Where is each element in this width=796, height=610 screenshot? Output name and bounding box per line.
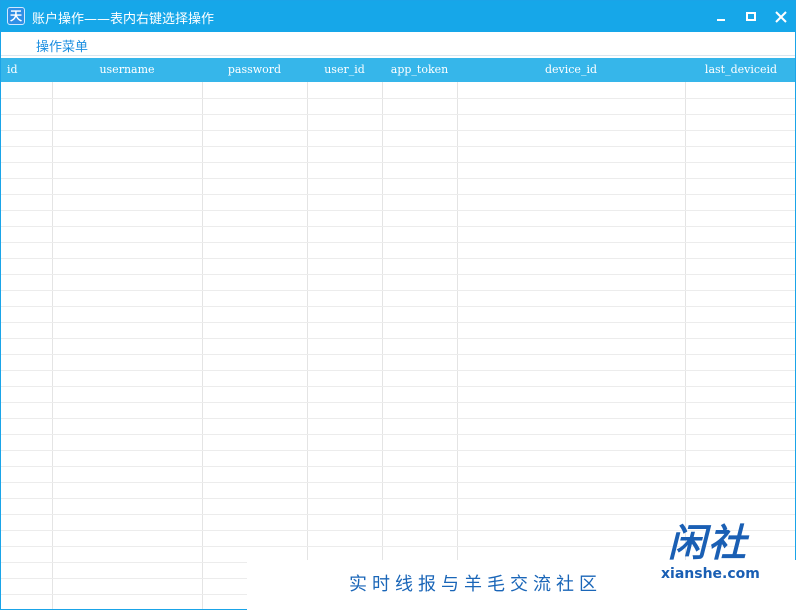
row-divider	[1, 178, 795, 179]
row-divider	[1, 418, 795, 419]
row-divider	[1, 162, 795, 163]
table-header: id username password user_id app_token d…	[1, 58, 795, 82]
row-divider	[1, 210, 795, 211]
column-header-password[interactable]: password	[202, 58, 307, 82]
row-divider	[1, 370, 795, 371]
row-divider	[1, 386, 795, 387]
title-bar[interactable]: 天 账户操作——表内右键选择操作	[1, 1, 795, 32]
close-icon	[775, 11, 787, 23]
row-divider	[1, 450, 795, 451]
menu-item-operations[interactable]: 操作菜单	[36, 36, 88, 55]
maximize-icon	[746, 12, 756, 21]
row-divider	[1, 194, 795, 195]
row-divider	[1, 258, 795, 259]
app-icon: 天	[7, 7, 25, 25]
row-divider	[1, 338, 795, 339]
row-divider	[1, 322, 795, 323]
row-divider	[1, 98, 795, 99]
column-header-user-id[interactable]: user_id	[307, 58, 382, 82]
row-divider	[1, 434, 795, 435]
row-divider	[1, 306, 795, 307]
maximize-button[interactable]	[741, 7, 761, 27]
minimize-icon	[717, 19, 725, 21]
column-header-username[interactable]: username	[52, 58, 202, 82]
column-header-device-id[interactable]: device_id	[457, 58, 685, 82]
close-button[interactable]	[771, 7, 791, 27]
row-divider	[1, 466, 795, 467]
row-divider	[1, 290, 795, 291]
watermark-url: xianshe.com	[661, 566, 760, 582]
menu-bar: 操作菜单	[1, 32, 795, 56]
column-header-last-deviceid[interactable]: last_deviceid	[685, 58, 795, 82]
row-divider	[1, 482, 795, 483]
row-divider	[1, 498, 795, 499]
row-divider	[1, 402, 795, 403]
minimize-button[interactable]	[711, 7, 731, 27]
window-title: 账户操作——表内右键选择操作	[32, 12, 215, 27]
row-divider	[1, 114, 795, 115]
row-divider	[1, 354, 795, 355]
row-divider	[1, 130, 795, 131]
column-header-id[interactable]: id	[1, 58, 29, 82]
row-divider	[1, 146, 795, 147]
row-divider	[1, 274, 795, 275]
row-divider	[1, 226, 795, 227]
column-header-app-token[interactable]: app_token	[382, 58, 457, 82]
watermark-logo: 闲社	[668, 521, 749, 565]
watermark-slogan: 实时线报与羊毛交流社区	[349, 574, 602, 595]
row-divider	[1, 242, 795, 243]
